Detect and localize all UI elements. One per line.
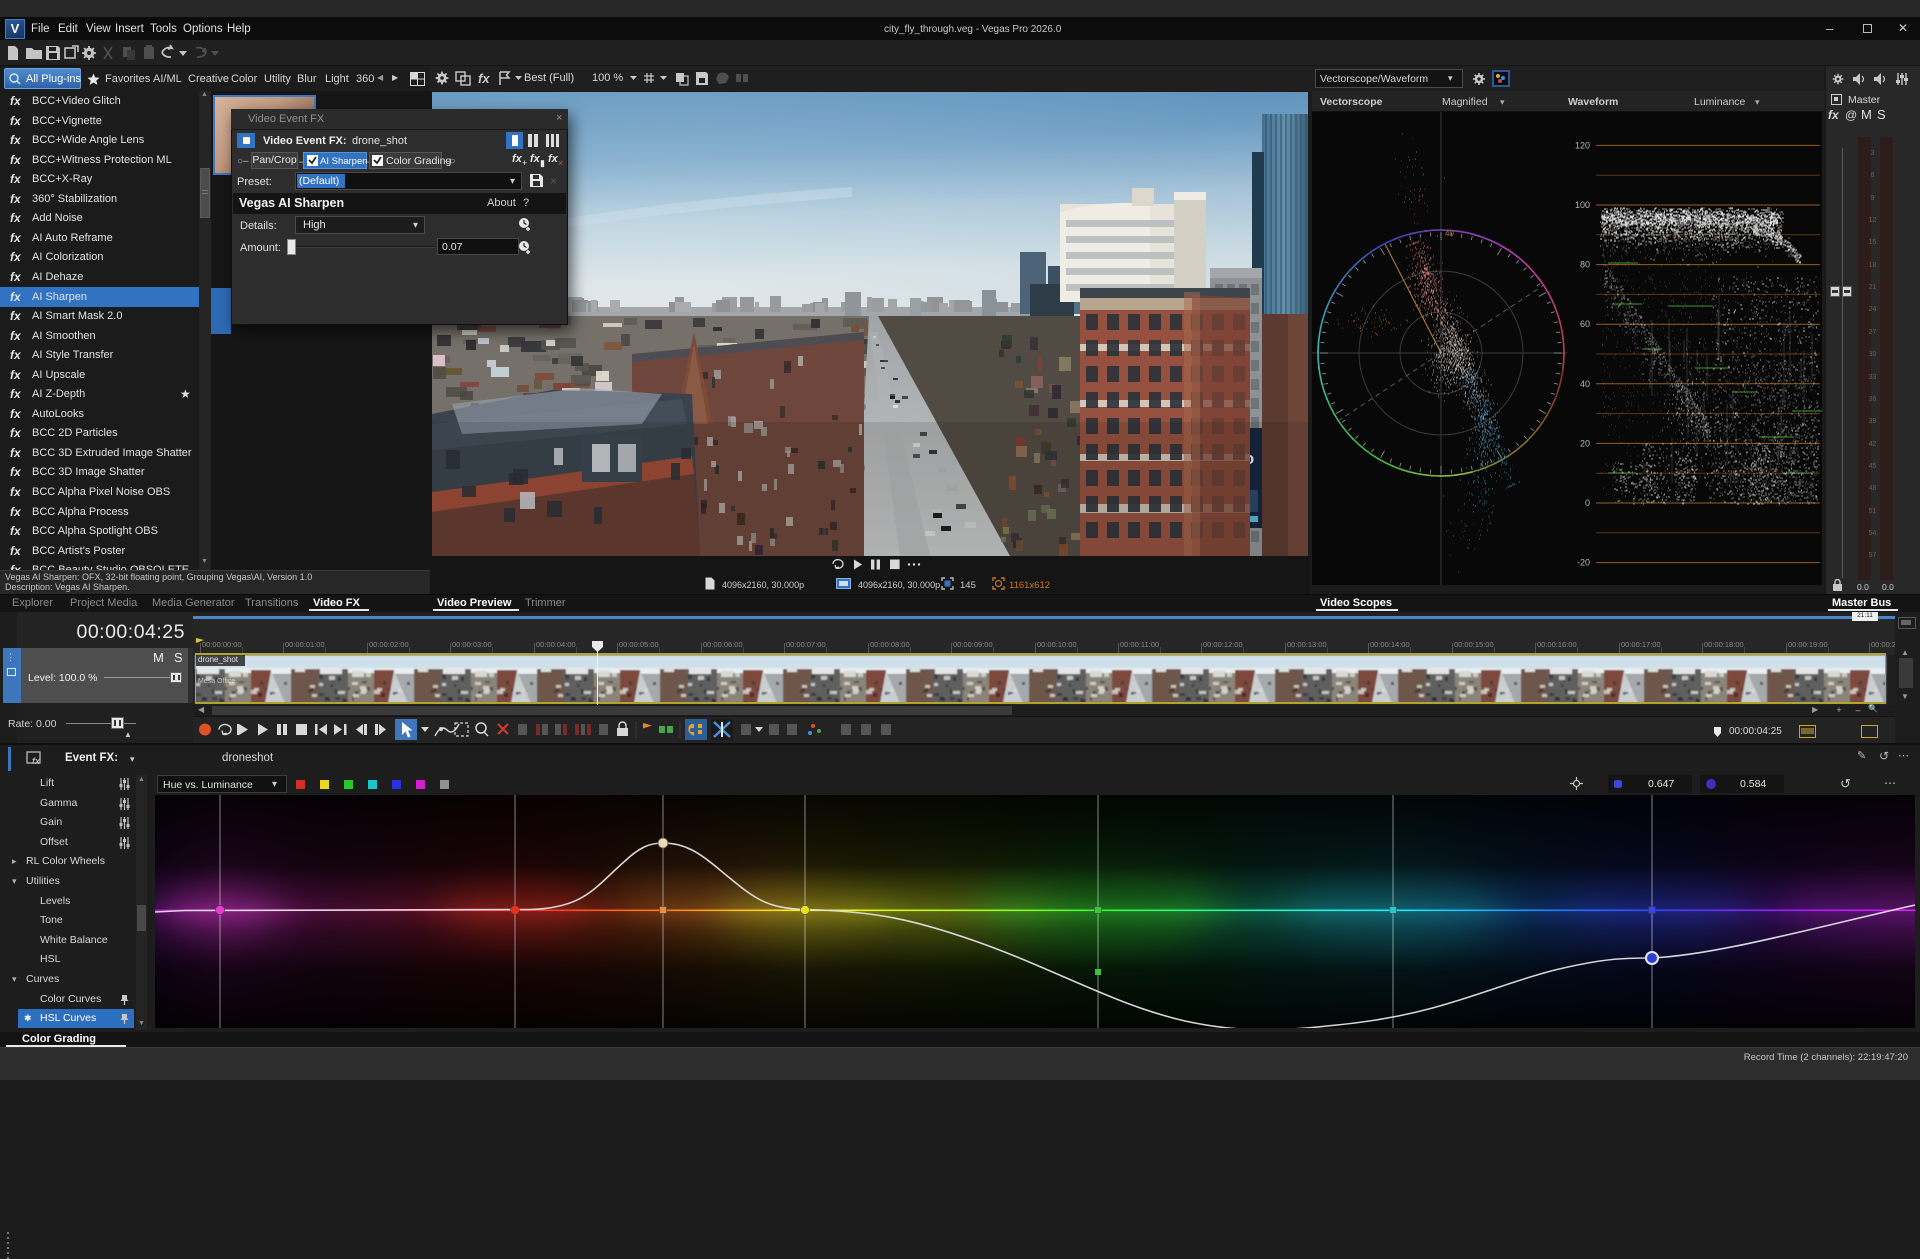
svg-text:fx: fx [32,756,41,765]
